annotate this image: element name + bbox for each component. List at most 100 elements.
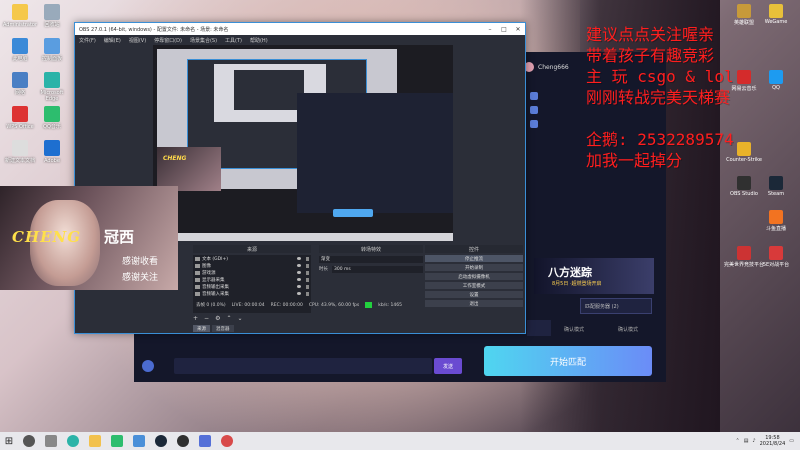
- lock-icon[interactable]: [306, 277, 309, 282]
- tab-mixer[interactable]: 混音器: [212, 325, 234, 332]
- folder-icon[interactable]: [89, 435, 101, 447]
- desktop-icon-steam[interactable]: Steam: [756, 176, 796, 197]
- stop-streaming-button[interactable]: 停止推流: [425, 255, 523, 262]
- menu-scene-collection[interactable]: 场景集合(S): [190, 37, 217, 44]
- desktop-icon-douyu[interactable]: 斗鱼直播: [756, 210, 796, 232]
- clock[interactable]: 19:58 2021/8/24: [760, 435, 786, 447]
- steam-icon[interactable]: [155, 435, 167, 447]
- desktop-icon-qq[interactable]: QQ: [756, 70, 796, 91]
- source-item[interactable]: 图像: [193, 262, 311, 269]
- server-select[interactable]: 匹配服务器 (2): [580, 298, 652, 314]
- desktop-icon-wps[interactable]: WPS Office: [2, 106, 38, 130]
- obs-preview[interactable]: CHENG: [153, 45, 453, 241]
- status-live: LIVE: 00:00:04: [231, 302, 265, 308]
- desktop-icon-control[interactable]: 控制面板: [34, 38, 70, 62]
- duration-input[interactable]: 300 ms: [332, 265, 423, 273]
- desktop-icon-recycle[interactable]: 回收站: [34, 4, 70, 28]
- eye-icon[interactable]: [297, 278, 301, 281]
- menu-help[interactable]: 帮助(H): [250, 37, 268, 44]
- remove-icon[interactable]: −: [204, 315, 209, 323]
- task-view-icon[interactable]: [45, 435, 57, 447]
- browser-icon[interactable]: [221, 435, 233, 447]
- send-button[interactable]: 发送: [434, 358, 462, 374]
- search-icon[interactable]: [23, 435, 35, 447]
- desktop-icon-edge[interactable]: Microsoft Edge: [34, 72, 70, 102]
- system-tray: ⌃ ▤ ♪ 19:58 2021/8/24 ▭: [735, 435, 800, 447]
- lock-icon[interactable]: [306, 291, 309, 296]
- eye-icon[interactable]: [297, 285, 301, 288]
- network-icon[interactable]: ▤: [744, 438, 749, 444]
- chat-input[interactable]: [174, 358, 432, 374]
- close-icon[interactable]: ✕: [511, 26, 525, 33]
- desktop-icon-5e[interactable]: 5E对战平台: [756, 246, 796, 268]
- qq-icon[interactable]: [133, 435, 145, 447]
- add-icon[interactable]: +: [193, 315, 198, 323]
- app-icon[interactable]: [111, 435, 123, 447]
- mode-option-1[interactable]: 确认模式: [564, 326, 584, 333]
- sources-dock-header: 来源: [193, 245, 311, 253]
- menu-docks[interactable]: 停靠窗口(D): [154, 37, 182, 44]
- down-arrow-icon[interactable]: ⌄: [237, 315, 242, 323]
- menu-tools[interactable]: 工具(T): [225, 37, 242, 44]
- chat-avatar: [142, 360, 154, 372]
- edge-icon[interactable]: [67, 435, 79, 447]
- desktop-icon-adobe[interactable]: Adobe: [34, 140, 70, 164]
- volume-icon[interactable]: ♪: [752, 438, 755, 444]
- menu-file[interactable]: 文件(F): [79, 37, 96, 44]
- menu-view[interactable]: 视图(V): [129, 37, 146, 44]
- lock-icon[interactable]: [306, 256, 309, 261]
- notification-icon[interactable]: ▭: [789, 438, 794, 444]
- lock-icon[interactable]: [306, 263, 309, 268]
- minimize-icon[interactable]: –: [483, 26, 497, 33]
- virtual-camera-button[interactable]: 启动虚拟摄像机: [425, 273, 523, 280]
- source-item[interactable]: 游戏源: [193, 269, 311, 276]
- obs-icon[interactable]: [177, 435, 189, 447]
- stream-overlay-text: 建议点点关注喔亲 带着孩子有趣竞彩 主 玩 csgo & lol 刚刚转战完美天…: [586, 24, 734, 171]
- event-banner[interactable]: 八方迷踪 8月5日 ·超燃登场开启: [534, 258, 654, 294]
- chat-icon[interactable]: [530, 120, 538, 128]
- source-item[interactable]: 音频输入采集: [193, 290, 311, 297]
- eye-icon[interactable]: [297, 264, 301, 267]
- mode-select[interactable]: [527, 320, 551, 336]
- desktop-icon-network[interactable]: 网络: [2, 72, 38, 96]
- source-item[interactable]: 音频输出采集: [193, 283, 311, 290]
- lock-icon[interactable]: [306, 270, 309, 275]
- lock-icon[interactable]: [306, 284, 309, 289]
- exit-button[interactable]: 退出: [425, 300, 523, 307]
- settings-button[interactable]: 设置: [425, 291, 523, 298]
- eye-icon[interactable]: [297, 271, 301, 274]
- start-match-button[interactable]: 开始匹配: [484, 346, 652, 376]
- source-item[interactable]: 显示器采集: [193, 276, 311, 283]
- menu-edit[interactable]: 编辑(E): [104, 37, 121, 44]
- source-item[interactable]: 文本 (GDI+): [193, 255, 311, 262]
- gamepad-icon: [195, 270, 200, 275]
- game-icon[interactable]: [199, 435, 211, 447]
- transition-select[interactable]: 渐变: [319, 255, 423, 263]
- bell-icon[interactable]: [530, 92, 538, 100]
- windows-start-icon[interactable]: ⊞: [0, 432, 18, 450]
- up-arrow-icon[interactable]: ⌃: [226, 315, 231, 323]
- desktop-icon-wegame[interactable]: WeGame: [756, 4, 796, 25]
- mode-option-2[interactable]: 确认模式: [618, 326, 638, 333]
- chevron-up-icon[interactable]: ⌃: [735, 438, 739, 444]
- desktop-icon-textdoc[interactable]: 新建文本文档: [2, 140, 38, 164]
- obs-title-bar[interactable]: OBS 27.0.1 (64-bit, windows) - 配置文件: 未命名…: [75, 23, 525, 35]
- cam-thanks-watch: 感谢收看: [122, 257, 159, 267]
- game-user-info[interactable]: Cheng666: [524, 62, 569, 72]
- gear-icon[interactable]: ⚙: [215, 315, 220, 323]
- preview-game: [297, 93, 453, 213]
- overlay-line-2: 带着孩子有趣竞彩: [586, 46, 715, 65]
- desktop-icon-pc[interactable]: 此电脑: [2, 38, 38, 62]
- studio-mode-button[interactable]: 工作室模式: [425, 282, 523, 289]
- start-recording-button[interactable]: 开始录制: [425, 264, 523, 271]
- tab-sources[interactable]: 来源: [193, 325, 210, 332]
- friends-icon[interactable]: [530, 106, 538, 114]
- speaker-icon: [195, 284, 200, 289]
- eye-icon[interactable]: [297, 257, 301, 260]
- status-rec: REC: 00:00:00: [270, 302, 303, 308]
- desktop-icon-music[interactable]: QQ音乐: [34, 106, 70, 130]
- desktop-icon-admin[interactable]: Administrator: [2, 4, 38, 28]
- eye-icon[interactable]: [297, 292, 301, 295]
- desktop-icon-csgo[interactable]: Counter-Strike: [724, 142, 764, 163]
- maximize-icon[interactable]: □: [497, 26, 511, 33]
